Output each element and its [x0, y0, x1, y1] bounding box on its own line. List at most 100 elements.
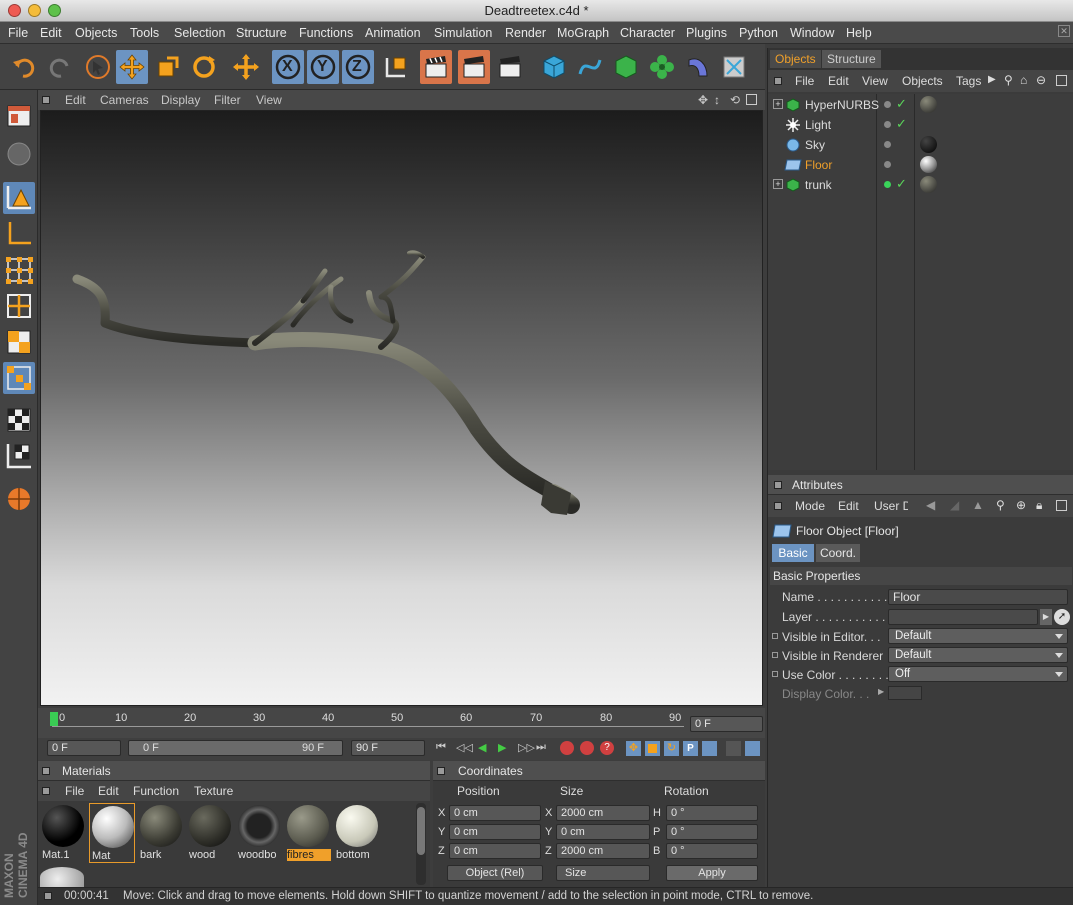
texture-mode-button[interactable] [3, 138, 35, 170]
redo-button[interactable] [44, 50, 76, 84]
material-woodbo[interactable]: woodbo [236, 803, 282, 863]
materials-menu-texture[interactable]: Texture [194, 784, 233, 798]
nurbs-button[interactable] [610, 50, 642, 84]
object-name[interactable]: Light [805, 118, 831, 132]
scale-tool-button[interactable] [152, 50, 184, 84]
visibility-dot[interactable] [884, 121, 891, 128]
menu-render[interactable]: Render [505, 26, 546, 40]
menu-more-icon[interactable]: ▶ [988, 74, 996, 85]
keyframe-selection-icon[interactable]: ? [600, 741, 614, 755]
enabled-check-icon[interactable]: ✓ [896, 176, 907, 192]
expand-icon[interactable]: + [773, 99, 783, 109]
menu-structure[interactable]: Structure [236, 26, 287, 40]
frame-range-slider[interactable]: 0 F 90 F [128, 740, 343, 756]
enabled-check-icon[interactable]: ✓ [896, 96, 907, 112]
y-axis-lock-button[interactable]: Y [307, 50, 339, 84]
previous-key-icon[interactable]: ◁◁ [456, 741, 473, 754]
move-tool-button[interactable] [116, 50, 148, 84]
menu-functions[interactable]: Functions [299, 26, 353, 40]
visibility-dot[interactable] [884, 161, 891, 168]
deformer-button[interactable] [682, 50, 714, 84]
menu-character[interactable]: Character [620, 26, 675, 40]
menu-python[interactable]: Python [739, 26, 778, 40]
material-tag-icon[interactable] [920, 156, 937, 173]
maximize-view-icon[interactable] [746, 94, 757, 105]
menu-plugins[interactable]: Plugins [686, 26, 727, 40]
attributes-menu-edit[interactable]: Edit [838, 499, 859, 513]
close-window-button[interactable] [8, 4, 21, 17]
animation-key-icon[interactable] [772, 633, 778, 639]
coordinate-system-button[interactable] [380, 50, 412, 84]
sculpt-button[interactable] [3, 482, 35, 514]
attributes-menu-mode[interactable]: Mode [795, 499, 825, 513]
record-keys-icon[interactable] [560, 741, 574, 755]
render-view-button[interactable] [420, 50, 452, 84]
enabled-check-icon[interactable]: ✓ [896, 116, 907, 132]
back-arrow-icon[interactable]: ◀ [926, 498, 935, 512]
spline-button[interactable] [574, 50, 606, 84]
home-icon[interactable]: ⌂ [1020, 73, 1027, 87]
scene-button[interactable] [718, 50, 750, 84]
coordinate-mode-select[interactable]: Object (Rel) [447, 865, 543, 881]
menu-window[interactable]: Window [790, 26, 834, 40]
animation-key-icon[interactable] [772, 652, 778, 658]
material-mat[interactable]: Mat [89, 803, 135, 863]
edges-mode-button[interactable] [3, 290, 35, 322]
expand-icon[interactable]: + [773, 179, 783, 189]
display-color-swatch[interactable] [888, 686, 922, 700]
object-name[interactable]: trunk [805, 178, 832, 192]
key-point-level-icon[interactable] [702, 741, 717, 756]
menu-animation[interactable]: Animation [365, 26, 421, 40]
checker-button[interactable] [3, 404, 35, 436]
viewport-menu-cameras[interactable]: Cameras [100, 93, 149, 107]
object-axis-button[interactable] [3, 218, 35, 250]
new-window-icon[interactable] [1056, 75, 1067, 86]
object-name[interactable]: Floor [805, 158, 832, 172]
material-fibres[interactable]: fibres [285, 803, 331, 863]
new-window-icon[interactable] [1056, 500, 1067, 511]
viewport-menu-filter[interactable]: Filter [214, 93, 241, 107]
attributes-menu-user-data[interactable]: User Data [874, 499, 908, 513]
search-icon[interactable]: ⚲ [996, 498, 1005, 512]
viewport-menu-display[interactable]: Display [161, 93, 200, 107]
position-z-field[interactable]: 0 cm [449, 843, 541, 859]
link-icon[interactable]: ⊖ [1036, 73, 1046, 87]
objects-menu-view[interactable]: View [862, 74, 888, 88]
next-key-icon[interactable]: ▷▷ [518, 741, 535, 754]
pick-layer-icon[interactable]: ➚ [1054, 609, 1070, 625]
menu-simulation[interactable]: Simulation [434, 26, 492, 40]
current-frame-field[interactable]: 0 F [690, 716, 763, 732]
polygons-mode-button[interactable] [3, 326, 35, 358]
pan-view-icon[interactable]: ✥ [698, 93, 708, 107]
visible-editor-select[interactable]: Default [888, 628, 1068, 644]
menu-selection[interactable]: Selection [174, 26, 225, 40]
animation-key-icon[interactable] [772, 671, 778, 677]
timeline-ruler[interactable]: 0 10 20 30 40 50 60 70 80 90 0 F [38, 708, 765, 738]
zoom-window-button[interactable] [48, 4, 61, 17]
object-row-hypernurbs[interactable]: + HyperNURBS ✓ [770, 95, 1072, 115]
materials-menu-file[interactable]: File [65, 784, 84, 798]
playhead-marker[interactable] [50, 712, 58, 726]
materials-menu-edit[interactable]: Edit [98, 784, 119, 798]
size-z-field[interactable]: 2000 cm [556, 843, 650, 859]
visibility-dot[interactable] [884, 141, 891, 148]
viewport-layout-button[interactable] [3, 100, 35, 132]
rotation-b-field[interactable]: 0 ° [666, 843, 758, 859]
texture-axis-button[interactable] [3, 440, 35, 472]
use-color-select[interactable]: Off [888, 666, 1068, 682]
material-tag-icon[interactable] [920, 96, 937, 113]
points-mode-button[interactable] [3, 254, 35, 286]
play-forward-icon[interactable]: ▶ [498, 741, 506, 754]
material-bark[interactable]: bark [138, 803, 184, 863]
objects-menu-objects[interactable]: Objects [902, 74, 943, 88]
timeline-settings-icon[interactable] [726, 741, 741, 756]
material-wood[interactable]: wood [187, 803, 233, 863]
layer-menu-arrow-icon[interactable]: ▶ [1040, 609, 1052, 625]
rotation-p-field[interactable]: 0 ° [666, 824, 758, 840]
tab-coord[interactable]: Coord. [816, 544, 860, 562]
render-picture-viewer-button[interactable] [458, 50, 490, 84]
timeline-window-icon[interactable] [745, 741, 760, 756]
object-row-sky[interactable]: Sky [770, 135, 1072, 155]
visible-renderer-select[interactable]: Default [888, 647, 1068, 663]
tab-objects[interactable]: Objects [770, 50, 821, 68]
